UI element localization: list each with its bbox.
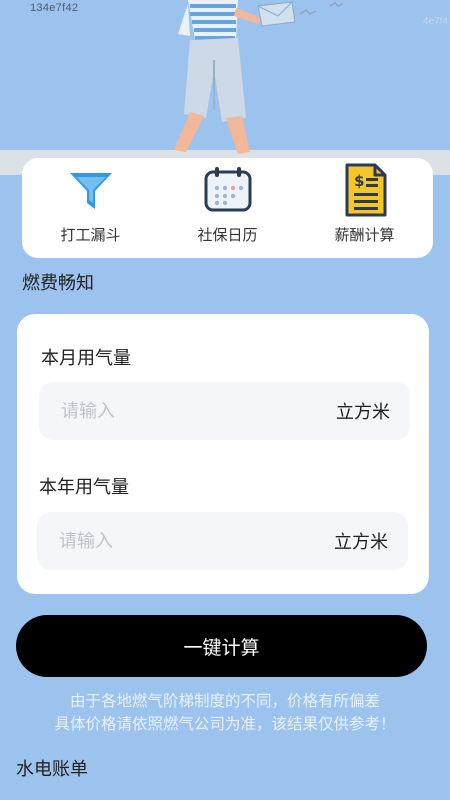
tools-card: 打工漏斗 社保日历 $ 薪酬计算 [22,158,433,258]
monthly-gas-unit: 立方米 [336,402,390,423]
monthly-gas-label: 本月用气量 [41,348,131,369]
gas-section-title: 燃费畅知 [22,273,94,294]
svg-text:$: $ [354,172,364,190]
watermark-id: 134e7f42 [30,2,79,14]
tool-label: 打工漏斗 [60,226,121,244]
monthly-gas-input[interactable] [61,400,281,422]
yearly-gas-input[interactable] [59,530,279,552]
yearly-gas-label: 本年用气量 [39,477,129,498]
tool-social-security-calendar[interactable]: 社保日历 [168,162,288,245]
notice-line-1: 由于各地燃气阶梯制度的不同，价格有所偏差 [69,692,380,710]
tool-work-funnel[interactable]: 打工漏斗 [31,162,151,245]
tool-salary-calculator[interactable]: $ 薪酬计算 [305,162,425,245]
hero-illustration [0,0,450,175]
yearly-gas-field: 立方米 [37,512,408,570]
person-illustration [0,0,450,175]
watermark-id-faint: 4e7f4 [422,16,448,27]
calendar-icon [200,162,256,218]
funnel-icon [63,162,119,218]
calculate-button[interactable]: 一键计算 [16,615,427,677]
monthly-gas-field: 立方米 [39,382,410,440]
tool-label: 薪酬计算 [334,226,395,244]
tool-label: 社保日历 [197,226,258,244]
salary-document-icon: $ [337,162,393,218]
gas-form-card: 本月用气量 立方米 本年用气量 立方米 [17,314,429,594]
notice-line-2: 具体价格请依照燃气公司为准，该结果仅供参考！ [54,715,396,733]
yearly-gas-unit: 立方米 [334,532,388,553]
price-notice: 由于各地燃气阶梯制度的不同，价格有所偏差 具体价格请依照燃气公司为准，该结果仅供… [0,690,450,736]
utility-bill-section-title: 水电账单 [16,759,88,780]
